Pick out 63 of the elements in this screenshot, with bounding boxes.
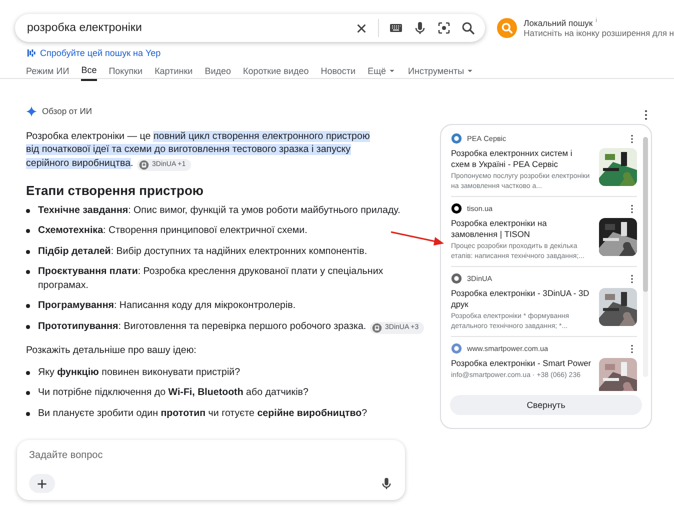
search-field[interactable]: розробка електроніки [15,14,485,42]
caret-icon [388,67,396,75]
tab[interactable]: Картинки [154,65,193,81]
list-item-text: Чи потрібне підключення до Wi-Fi, Bluetooth або датчиків? [38,386,308,400]
list-item-text: Схемотехніка: Створення принципової електричної схеми. [38,224,308,238]
bullet-icon [26,412,30,416]
list-item-text: Програмування: Написання коду для мікроконтролерів. [38,299,296,312]
camera-search-icon[interactable] [436,21,451,35]
list-item-text: Ви плануєте зробити один прототип чи готуєте серійне виробництво? [38,406,368,420]
microphone-icon[interactable] [380,477,393,490]
bullet-icon [26,304,30,308]
microphone-icon[interactable] [412,21,427,35]
scrollbar[interactable] [643,137,648,377]
sparkle-icon [26,106,37,118]
site-icon [451,273,462,284]
search-query: розробка електроніки [27,22,143,34]
tab[interactable]: Покупки [108,65,143,81]
chat-box[interactable]: Задайте вопрос [17,440,405,500]
bullet-icon [26,250,30,254]
tab[interactable]: Инструменты [408,65,474,81]
tab[interactable]: Режим ИИ [26,65,70,81]
search-icon[interactable] [460,21,475,35]
source-title[interactable]: Розробка електроніки на замовлення | TISON [451,218,593,240]
tab[interactable]: Ещё [368,65,396,81]
bullet-icon [26,324,30,328]
local-search-title: Локальний пошук [524,18,593,28]
local-search-hint: Натисніть на іконку розширення для н [524,28,674,38]
tab[interactable]: Короткие видео [243,65,309,81]
list-item-text: Яку функцію повинен виконувати пристрій? [38,366,240,379]
bullet-icon [26,229,30,233]
bullet-icon [26,391,30,395]
yep-link[interactable]: Спробуйте цей пошук на Yep [40,48,161,58]
list-item-text: Проєктування плати: Розробка креслення друкованої плати у спеціальних програмах. [38,265,384,292]
tab[interactable]: Новости [320,65,356,81]
bullet-icon [26,208,30,212]
source-title[interactable]: Розробка електронних систем і схем в Україні - РЕА Сервіс [451,148,593,170]
prompt-text: Розкажіть детальніше про вашу ідею: [26,344,198,358]
overview-title: Обзор от ИИ [42,105,92,118]
info-mark: i [596,18,597,24]
annotation-arrow [390,231,444,246]
yep-logo-icon [26,48,36,58]
list-item-text: Підбір деталей: Вибір доступних та надійних електронних компонентів. [38,244,368,258]
tab[interactable]: Все [81,65,97,81]
source-title[interactable]: Розробка електроніки - 3DinUA - 3D друк [451,288,593,310]
source-title[interactable]: Розробка електроніки - Smart Power [451,358,593,369]
bullet-icon [26,270,30,274]
add-button[interactable] [29,474,55,493]
source-logo-icon [139,160,149,170]
site-icon [451,343,462,354]
section-heading: Етапи створення пристрою [26,184,205,198]
caret-icon [466,67,474,75]
clear-icon[interactable] [354,22,368,34]
site-icon [451,133,462,144]
collapse-button[interactable]: Свернуть [450,395,642,415]
search-icon [500,22,513,34]
keyboard-icon[interactable] [388,21,403,35]
bullet-icon [26,370,30,374]
list-item-text: Прототипування: Виготовлення та перевірка першого робочого зразка. [38,320,366,333]
tab[interactable]: Видео [204,65,231,81]
source-logo-icon [372,322,382,332]
plus-icon [36,478,48,490]
list-item-text: Технічне завдання: Опис вимог, функцій та умов роботи майбутнього приладу. [38,204,400,217]
site-icon [451,203,462,214]
